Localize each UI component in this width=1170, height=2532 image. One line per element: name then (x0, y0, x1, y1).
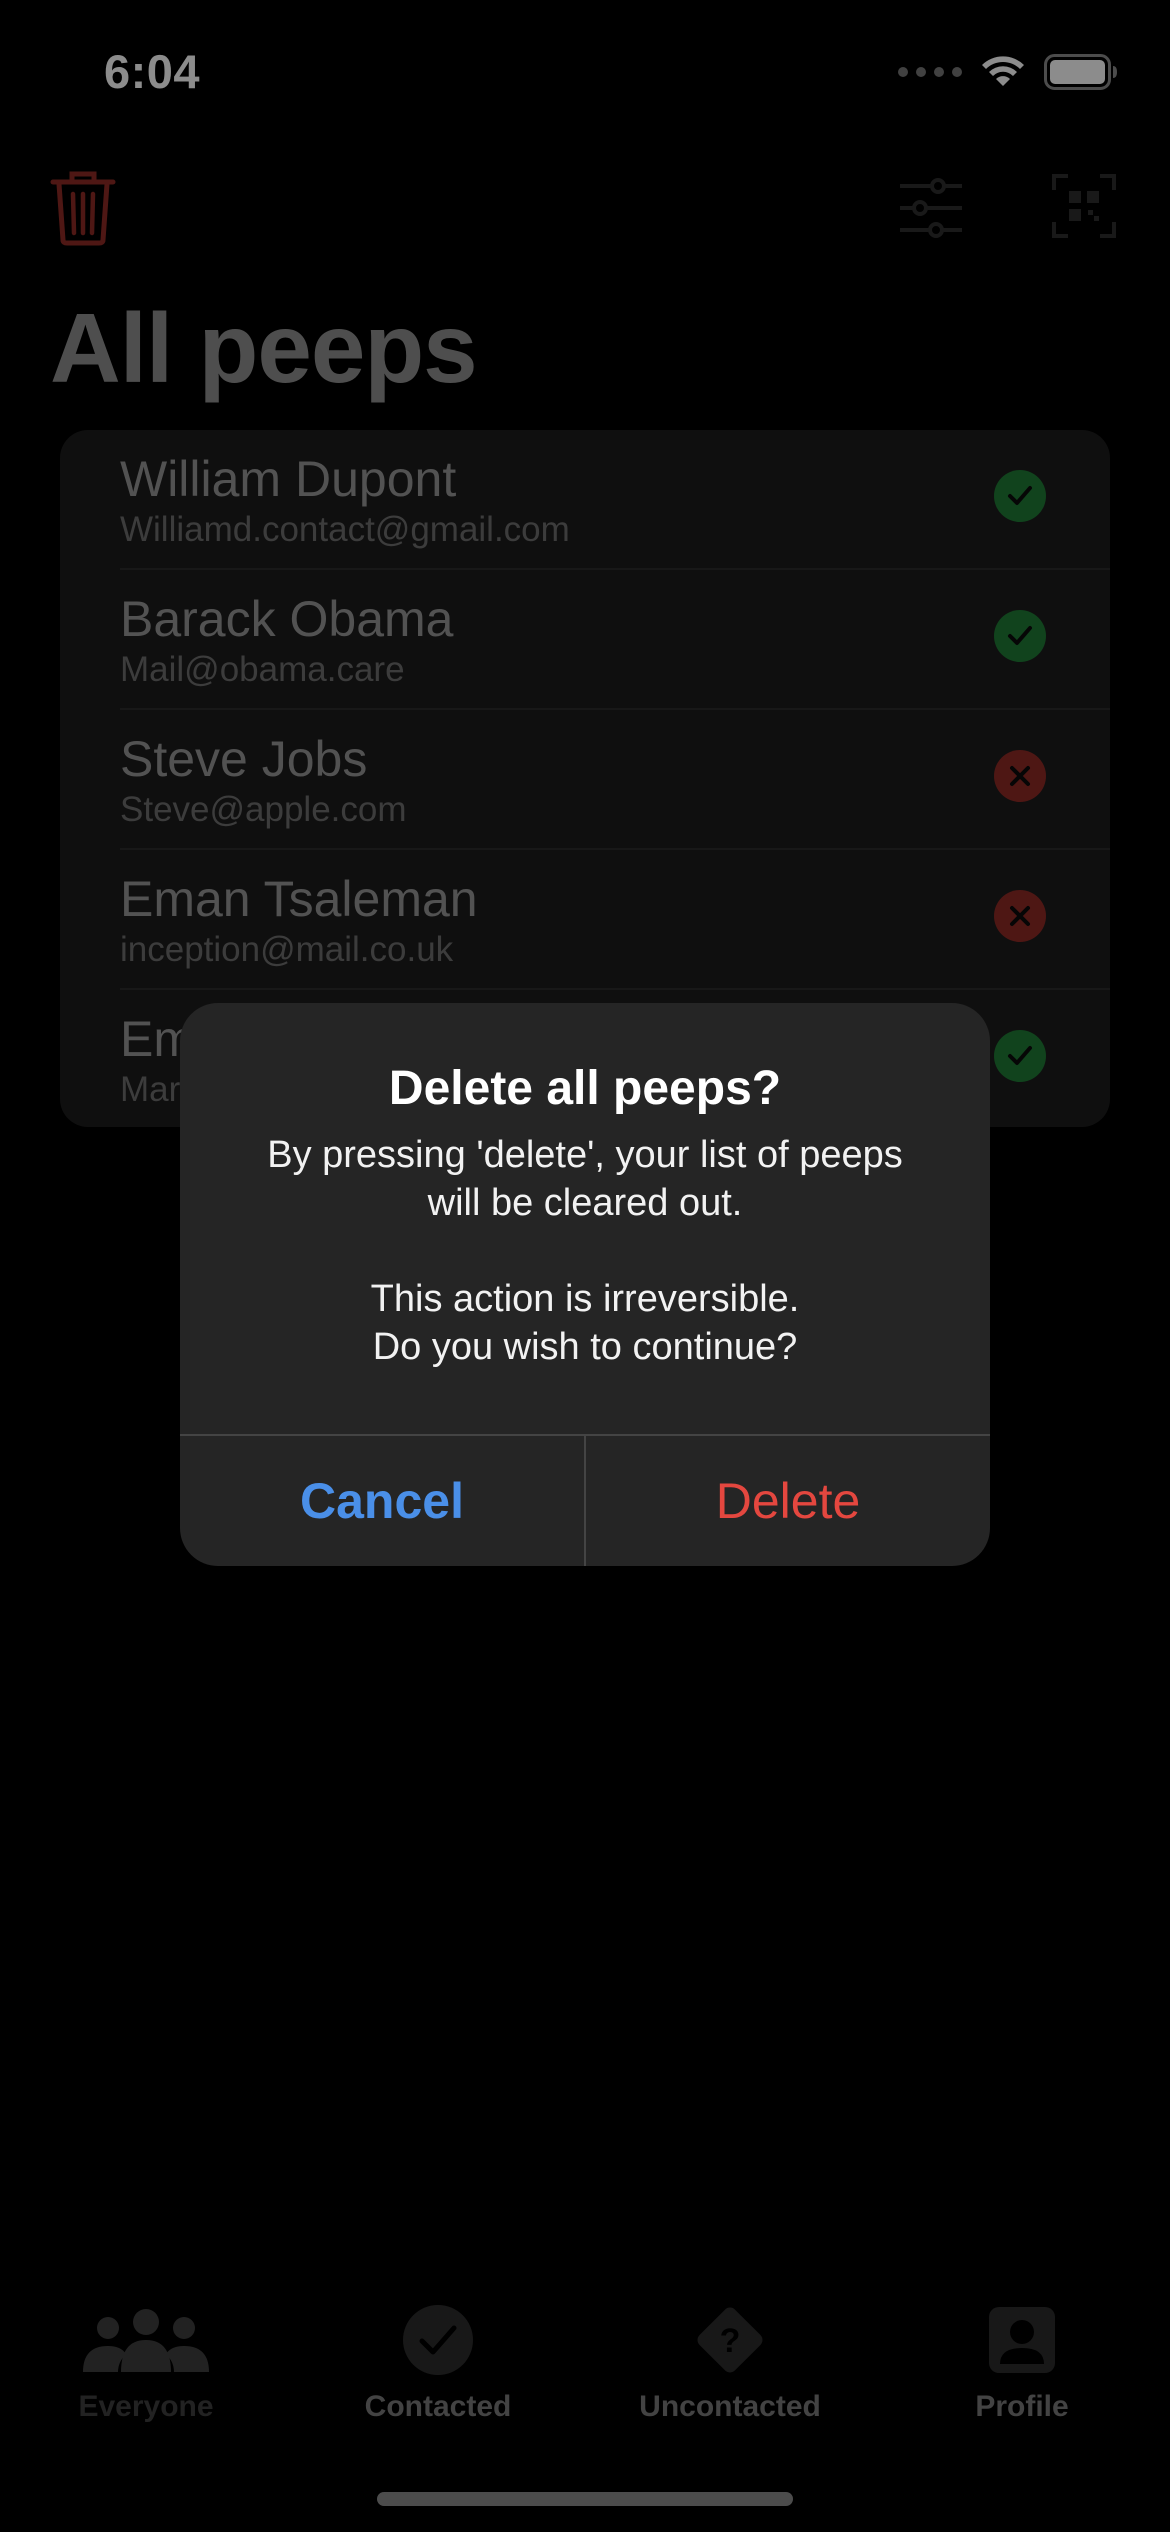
alert-message-line: Do you wish to continue? (372, 1326, 798, 1368)
cancel-button[interactable]: Cancel (180, 1436, 584, 1566)
alert-message: By pressing 'delete', your list of peeps… (220, 1131, 950, 1371)
alert-message-line: will be cleared out. (427, 1182, 743, 1224)
alert-message-line: By pressing 'delete', your list of peeps (267, 1134, 903, 1176)
alert-message-line: This action is irreversible. (370, 1278, 800, 1320)
delete-confirmation-alert: Delete all peeps? By pressing 'delete', … (180, 1003, 990, 1566)
alert-message-line (220, 1227, 950, 1275)
alert-title: Delete all peeps? (388, 1062, 782, 1115)
screen: 6:04 All peeps William Dupont Williamd.c… (0, 0, 1170, 2532)
delete-button[interactable]: Delete (586, 1436, 990, 1566)
